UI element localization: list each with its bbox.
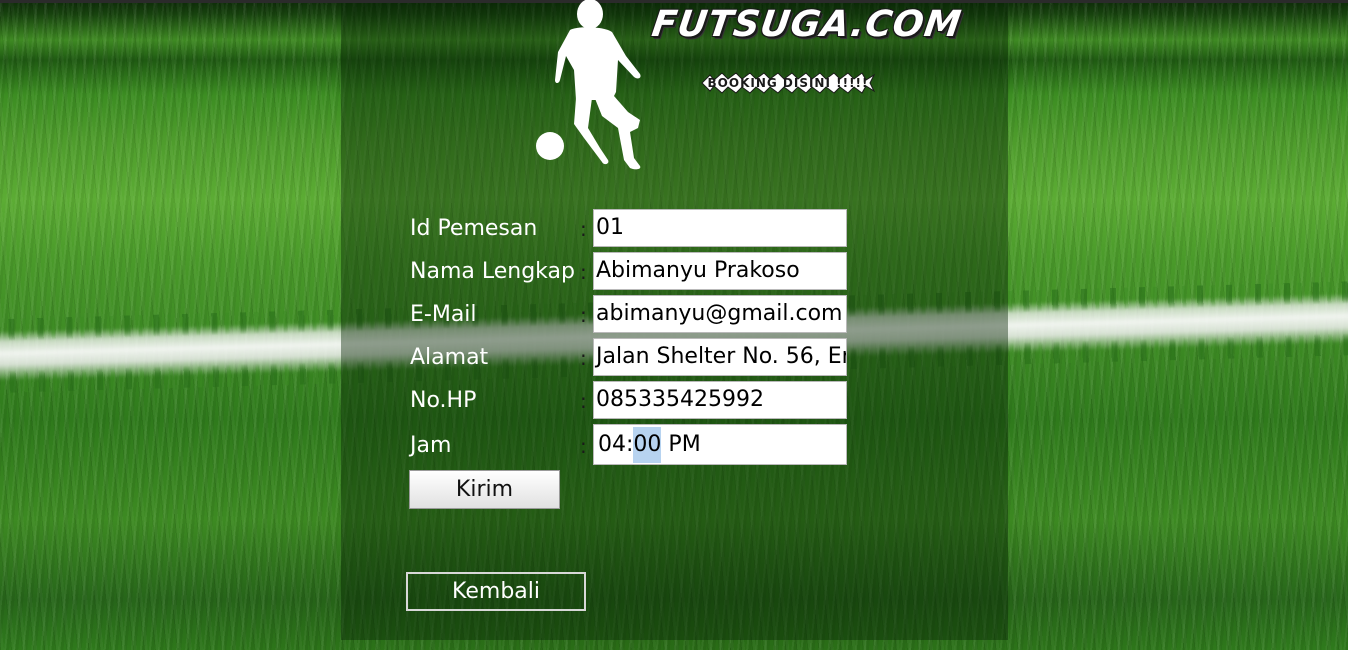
jam-time-picker[interactable]: 04:00 PM [593,424,847,465]
label-jam: Jam [410,433,452,458]
kembali-button[interactable]: Kembali [406,572,586,611]
no-hp-field[interactable]: 085335425992 [593,381,847,419]
time-period-segment[interactable]: PM [668,427,700,463]
separator-colon: : [580,346,587,370]
time-gap [661,427,668,463]
kembali-button-label: Kembali [452,579,540,604]
time-separator: : [626,431,634,457]
separator-colon: : [580,217,587,241]
alamat-field[interactable]: Jalan Shelter No. 56, Er [593,338,847,376]
label-no-hp: No.HP [410,388,477,413]
time-minute-segment[interactable]: 00 [633,426,662,463]
logo-subtitle-badge: BOOKING DISINI !!!!! [700,71,876,95]
kirim-button-label: Kirim [455,477,514,502]
time-hour-segment[interactable]: 04 [598,427,626,463]
label-id-pemesan: Id Pemesan [410,216,538,241]
email-field[interactable]: abimanyu@gmail.com [593,295,847,333]
separator-colon: : [580,260,587,284]
label-nama-lengkap: Nama Lengkap [410,259,575,284]
logo-subtitle-text: BOOKING DISINI !!!!! [707,76,869,90]
logo-title: FUTSUGA.COM [649,4,965,45]
label-alamat: Alamat [410,345,489,370]
id-pemesan-field[interactable]: 01 [593,209,847,247]
separator-colon: : [580,303,587,327]
football-player-icon [536,0,641,170]
label-email: E-Mail [410,302,477,327]
kirim-button[interactable]: Kirim [409,470,560,509]
separator-colon: : [580,434,587,458]
nama-lengkap-field[interactable]: Abimanyu Prakoso [593,252,847,290]
separator-colon: : [580,389,587,413]
